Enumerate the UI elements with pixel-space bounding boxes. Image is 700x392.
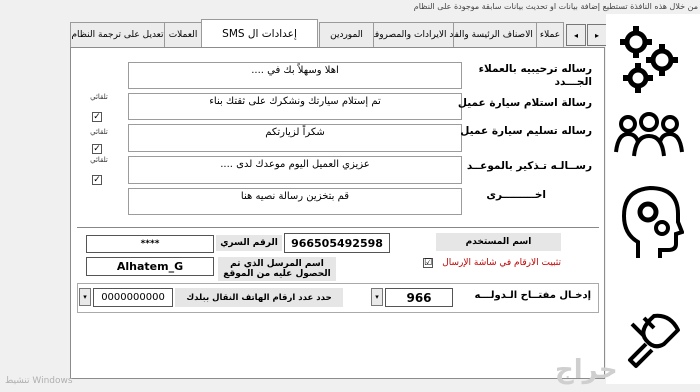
password-label: الرقم السري bbox=[216, 235, 282, 251]
country-code-label: إدخـال مفتــاح الـدولـــه bbox=[474, 290, 591, 301]
tab-sms-settings[interactable]: إعدادات ال SMS bbox=[201, 19, 318, 47]
tab-suppliers[interactable]: الموردين bbox=[319, 22, 374, 47]
team-icon[interactable] bbox=[614, 112, 684, 162]
haraj-watermark: حراج bbox=[555, 355, 618, 385]
plug-tools-icon[interactable] bbox=[624, 310, 684, 370]
reminder-auto-label: تلقائي bbox=[90, 156, 108, 164]
username-label: اسم المستخدم bbox=[436, 233, 561, 251]
receive-message-box[interactable]: تم إستلام سيارتك ونشكرك على ثقتك بناء bbox=[128, 93, 462, 120]
reminder-message-box[interactable]: عزيزي العميل اليوم موعدك لدى .... bbox=[128, 156, 462, 184]
separator bbox=[77, 227, 599, 228]
tab-clients[interactable]: عملاء bbox=[536, 22, 564, 47]
deliver-message-box[interactable]: شكراً لزيارتكم bbox=[128, 124, 462, 152]
deliver-message-label: رساله تسليم سيارة عميل bbox=[460, 125, 592, 137]
phone-digits-dropdown-button[interactable]: ▾ bbox=[79, 288, 91, 306]
welcome-message-box[interactable]: اهلا وسهلاً بك في .... bbox=[128, 62, 462, 89]
phone-digits-field[interactable]: 0000000000 bbox=[93, 288, 173, 307]
tab-item-types[interactable]: انواع الاصناف الرئيسة والفرعيه bbox=[453, 22, 537, 47]
deliver-auto-label: تلقائي bbox=[90, 128, 108, 136]
tab-revenue-expenses[interactable]: بنود الايرادات والمصروفات bbox=[373, 22, 454, 47]
fix-numbers-label: تثبيت الارقام في شاشة الإرسال bbox=[442, 258, 561, 268]
sms-settings-panel: اهلا وسهلاً بك في .... رساله ترحيبيه بال… bbox=[70, 47, 605, 379]
phone-digits-label: حدد عدد ارقام الهاتف النقال ببلدك bbox=[175, 288, 343, 307]
other-message-label: اخـــــــــرى bbox=[486, 189, 546, 201]
tab-bar: ▸ ◂ عملاء انواع الاصناف الرئيسة والفرعيه… bbox=[70, 19, 607, 47]
receive-auto-checkbox[interactable]: ✓ bbox=[92, 112, 102, 122]
other-message-box[interactable]: قم بتخزين رسالة نصيه هنا bbox=[128, 188, 462, 215]
head-gears-icon[interactable] bbox=[618, 182, 684, 262]
window-hint: من خلال هذه النافذة تستطيع إضافة بيانات … bbox=[413, 2, 698, 11]
deliver-auto-checkbox[interactable]: ✓ bbox=[92, 144, 102, 154]
windows-activation-watermark: تنشيط Windows bbox=[5, 376, 73, 386]
tab-currencies[interactable]: العملات bbox=[164, 22, 202, 47]
username-field[interactable]: 966505492598 bbox=[284, 233, 390, 253]
receive-auto-label: تلقائي bbox=[90, 93, 108, 101]
tab-scroll-next-button[interactable]: ▸ bbox=[587, 24, 607, 46]
fix-numbers-checkbox[interactable]: ☑ bbox=[423, 258, 433, 268]
reminder-auto-checkbox[interactable]: ✓ bbox=[92, 175, 102, 185]
password-field[interactable]: **** bbox=[86, 235, 214, 253]
gears-icon[interactable] bbox=[616, 22, 680, 94]
country-code-dropdown-button[interactable]: ▾ bbox=[371, 288, 383, 306]
sender-name-label: اسم المرسل الذي تم الحصول عليه من الموقع bbox=[218, 257, 336, 281]
tab-scroll-prev-button[interactable]: ◂ bbox=[566, 24, 586, 46]
sender-name-field[interactable]: Alhatem_G bbox=[86, 257, 214, 276]
sidebar bbox=[606, 14, 700, 384]
country-code-field[interactable]: 966 bbox=[385, 288, 453, 307]
tab-translation[interactable]: تعديل على ترجمة النظام bbox=[70, 22, 165, 47]
welcome-message-label: رساله ترحيبيه بالعملاء الجـــدد bbox=[478, 63, 592, 88]
receive-message-label: رسالة استلام سيارة عميل bbox=[457, 97, 592, 109]
reminder-message-label: رســالـه تـذكير بالموعــد bbox=[466, 160, 592, 172]
